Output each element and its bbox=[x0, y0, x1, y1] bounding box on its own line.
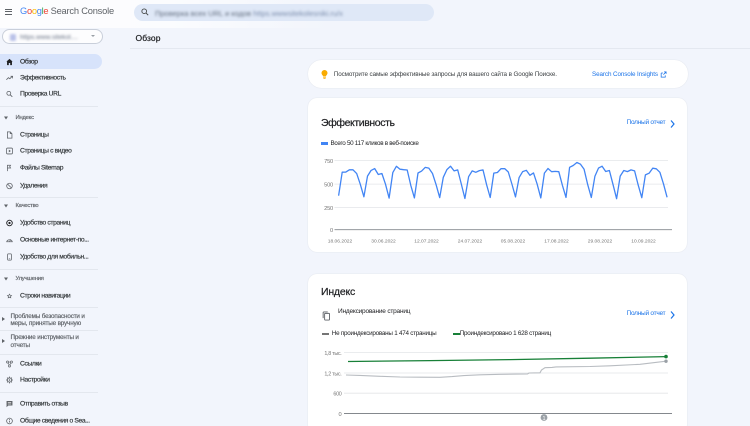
svg-text:12.07.2022: 12.07.2022 bbox=[414, 239, 439, 245]
svg-text:500: 500 bbox=[324, 183, 333, 189]
svg-text:18.06.2022: 18.06.2022 bbox=[328, 239, 353, 245]
svg-text:10.09.2022: 10.09.2022 bbox=[631, 239, 656, 245]
svg-text:0: 0 bbox=[330, 228, 333, 234]
svg-text:17.08.2022: 17.08.2022 bbox=[544, 239, 569, 245]
svg-text:600: 600 bbox=[333, 392, 341, 398]
svg-text:1,8 тыс.: 1,8 тыс. bbox=[324, 351, 341, 357]
svg-text:1: 1 bbox=[542, 416, 545, 422]
svg-text:30.06.2022: 30.06.2022 bbox=[371, 239, 396, 245]
svg-text:0: 0 bbox=[339, 412, 342, 418]
svg-text:1,2 тыс.: 1,2 тыс. bbox=[324, 371, 341, 377]
svg-text:24.07.2022: 24.07.2022 bbox=[458, 239, 483, 245]
svg-text:05.08.2022: 05.08.2022 bbox=[501, 239, 526, 245]
svg-text:250: 250 bbox=[324, 206, 333, 212]
svg-text:750: 750 bbox=[324, 159, 333, 165]
svg-text:29.08.2022: 29.08.2022 bbox=[588, 239, 613, 245]
